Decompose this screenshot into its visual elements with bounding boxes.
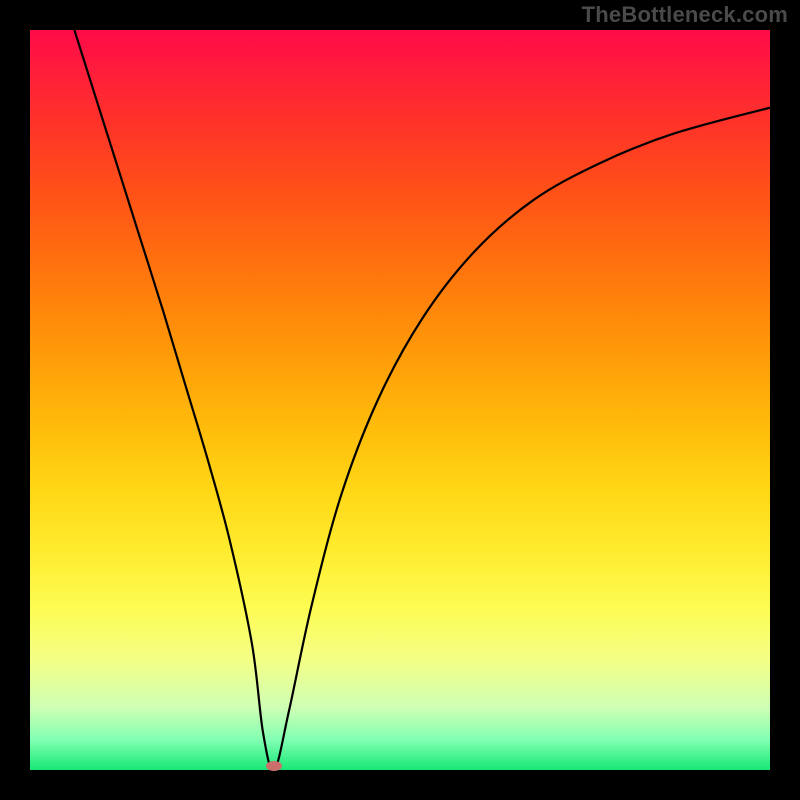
curve-path xyxy=(74,30,770,770)
chart-container: TheBottleneck.com xyxy=(0,0,800,800)
plot-area xyxy=(30,30,770,770)
minimum-marker xyxy=(266,761,282,771)
bottleneck-curve xyxy=(30,30,770,770)
watermark-text: TheBottleneck.com xyxy=(582,2,788,28)
